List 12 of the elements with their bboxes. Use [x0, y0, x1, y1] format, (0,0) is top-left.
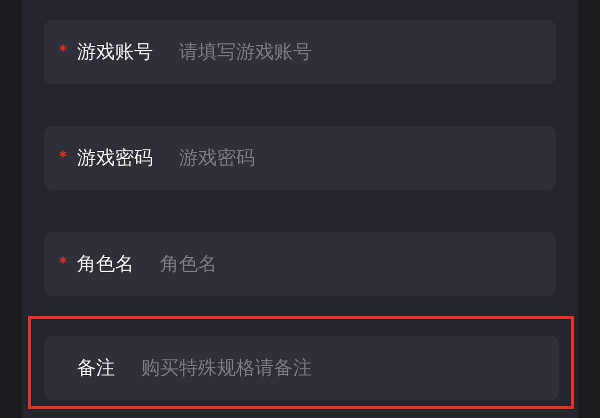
form-field[interactable]: 游戏密码 游戏密码: [44, 126, 556, 190]
input-field[interactable]: 购买特殊规格请备注: [141, 357, 559, 379]
field-label: 角色名: [77, 252, 134, 277]
field-label: 游戏密码: [77, 146, 153, 171]
field-label: 备注: [77, 356, 115, 381]
form-field[interactable]: 备注 购买特殊规格请备注: [44, 336, 559, 400]
form-field[interactable]: 角色名 角色名: [44, 232, 556, 296]
input-field[interactable]: 角色名: [160, 253, 556, 275]
input-field[interactable]: 请填写游戏账号: [179, 41, 556, 63]
form-field[interactable]: 游戏账号 请填写游戏账号: [44, 20, 556, 84]
field-label: 游戏账号: [77, 40, 153, 65]
input-field[interactable]: 游戏密码: [179, 147, 556, 169]
